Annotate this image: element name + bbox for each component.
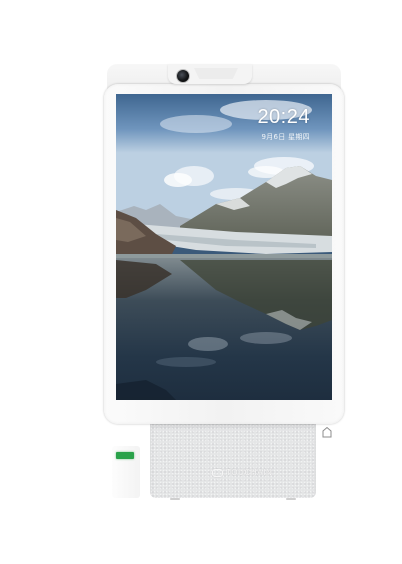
device-bezel: 20:24 9月6日 星期四 bbox=[104, 84, 344, 438]
stand-foot-left bbox=[170, 498, 180, 500]
smart-display: 20:24 9月6日 星期四 bbox=[104, 64, 344, 438]
product-photo: TOUCHAIN 20:24 9月6日 星期四 bbox=[0, 0, 402, 564]
brand-mark-icon bbox=[212, 468, 223, 477]
home-icon bbox=[322, 426, 332, 438]
clock-time: 20:24 bbox=[257, 106, 310, 128]
brand-name: TOUCHAIN bbox=[226, 468, 273, 477]
speaker-stand: TOUCHAIN bbox=[150, 424, 316, 498]
clock-date: 9月6日 星期四 bbox=[261, 133, 310, 141]
status-light bbox=[116, 452, 134, 459]
lock-screen[interactable]: 20:24 9月6日 星期四 bbox=[116, 94, 332, 400]
home-button[interactable] bbox=[320, 424, 334, 438]
brand-logo: TOUCHAIN bbox=[212, 468, 272, 477]
front-camera-icon bbox=[176, 69, 190, 83]
side-module bbox=[112, 446, 140, 498]
stand-foot-right bbox=[286, 498, 296, 500]
